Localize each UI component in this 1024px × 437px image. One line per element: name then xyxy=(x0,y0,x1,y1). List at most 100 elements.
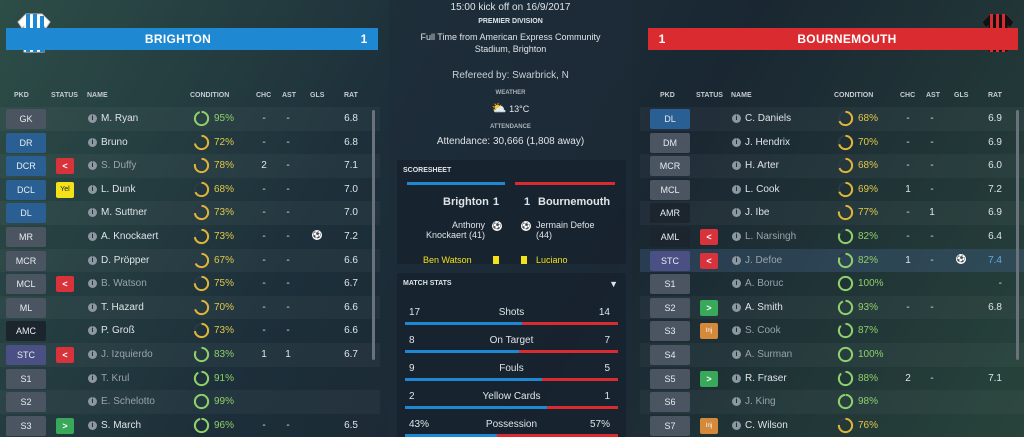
player-name[interactable]: A. Boruc xyxy=(745,278,783,289)
player-name[interactable]: B. Watson xyxy=(101,278,147,289)
info-icon[interactable]: i xyxy=(88,137,97,147)
player-row[interactable]: AMC i P. Groß 73% - - 6.6 xyxy=(0,319,380,343)
player-row[interactable]: AMR i J. Ibe 77% - 1 6.9 xyxy=(640,201,1024,225)
header-status[interactable]: STATUS xyxy=(51,92,78,99)
player-name[interactable]: J. Ibe xyxy=(745,207,769,218)
header-chc[interactable]: CHC xyxy=(256,92,271,99)
player-row[interactable]: S2 i E. Schelotto 99% xyxy=(0,390,380,414)
player-row[interactable]: MR i A. Knockaert 73% - - ⚽ 7.2 xyxy=(0,225,380,249)
info-icon[interactable]: i xyxy=(88,184,97,194)
info-icon[interactable]: i xyxy=(732,255,741,265)
chevron-down-icon[interactable]: ▼ xyxy=(609,279,618,289)
header-condition[interactable]: CONDITION xyxy=(834,92,873,99)
player-row[interactable]: MCL i L. Cook 69% 1 - 7.2 xyxy=(640,178,1024,202)
player-row[interactable]: S1 i T. Krul 91% xyxy=(0,367,380,391)
player-name[interactable]: M. Suttner xyxy=(101,207,147,218)
header-pkd[interactable]: PKD xyxy=(660,92,675,99)
info-icon[interactable]: i xyxy=(732,349,741,359)
player-name[interactable]: S. Cook xyxy=(745,325,781,336)
away-scrollbar[interactable] xyxy=(1016,110,1019,360)
player-name[interactable]: C. Wilson xyxy=(745,420,788,431)
player-name[interactable]: J. King xyxy=(745,396,776,407)
player-row[interactable]: GK i M. Ryan 95% - - 6.8 xyxy=(0,107,380,131)
info-icon[interactable]: i xyxy=(732,184,741,194)
player-name[interactable]: Bruno xyxy=(101,137,128,148)
player-row[interactable]: DCL Yel i L. Dunk 68% - - 7.0 xyxy=(0,178,380,202)
info-icon[interactable]: i xyxy=(732,231,741,241)
player-row[interactable]: S5 > i R. Fraser 88% 2 - 7.1 xyxy=(640,367,1024,391)
player-name[interactable]: A. Surman xyxy=(745,349,792,360)
player-name[interactable]: H. Arter xyxy=(745,160,779,171)
info-icon[interactable]: i xyxy=(88,114,97,123)
player-name[interactable]: L. Cook xyxy=(745,184,779,195)
player-name[interactable]: J. Hendrix xyxy=(745,137,790,148)
player-name[interactable]: J. Izquierdo xyxy=(101,349,153,360)
info-icon[interactable]: i xyxy=(88,161,97,171)
player-row[interactable]: DL i M. Suttner 73% - - 7.0 xyxy=(0,201,380,225)
header-name[interactable]: NAME xyxy=(87,92,108,99)
player-name[interactable]: J. Defoe xyxy=(745,255,782,266)
header-gls[interactable]: GLS xyxy=(954,92,968,99)
player-row[interactable]: S3 Inj i S. Cook 87% xyxy=(640,319,1024,343)
player-name[interactable]: S. March xyxy=(101,420,141,431)
info-icon[interactable]: i xyxy=(732,373,741,383)
info-icon[interactable]: i xyxy=(88,326,97,336)
player-name[interactable]: T. Krul xyxy=(101,373,129,384)
player-row[interactable]: MCR i D. Pröpper 67% - - 6.6 xyxy=(0,249,380,273)
header-ast[interactable]: AST xyxy=(282,92,296,99)
player-name[interactable]: E. Schelotto xyxy=(101,396,155,407)
header-rat[interactable]: RAT xyxy=(344,92,358,99)
header-name[interactable]: NAME xyxy=(731,92,752,99)
player-row[interactable]: S1 i A. Boruc 100% - xyxy=(640,272,1024,296)
player-name[interactable]: D. Pröpper xyxy=(101,255,149,266)
info-icon[interactable]: i xyxy=(732,161,741,171)
player-row[interactable]: S6 i J. King 98% xyxy=(640,390,1024,414)
player-row[interactable]: DCR < i S. Duffy 78% 2 - 7.1 xyxy=(0,154,380,178)
info-icon[interactable]: i xyxy=(88,349,97,359)
player-name[interactable]: S. Duffy xyxy=(101,160,136,171)
player-row[interactable]: ML i T. Hazard 70% - - 6.6 xyxy=(0,296,380,320)
player-row[interactable]: MCL < i B. Watson 75% - - 6.7 xyxy=(0,272,380,296)
player-name[interactable]: L. Narsingh xyxy=(745,231,796,242)
header-rat[interactable]: RAT xyxy=(988,92,1002,99)
player-row[interactable]: S4 i A. Surman 100% xyxy=(640,343,1024,367)
player-name[interactable]: R. Fraser xyxy=(745,373,787,384)
info-icon[interactable]: i xyxy=(732,420,741,430)
info-icon[interactable]: i xyxy=(732,302,741,312)
player-name[interactable]: P. Groß xyxy=(101,325,135,336)
player-name[interactable]: T. Hazard xyxy=(101,302,144,313)
player-name[interactable]: C. Daniels xyxy=(745,113,791,124)
info-icon[interactable]: i xyxy=(88,373,97,383)
header-gls[interactable]: GLS xyxy=(310,92,324,99)
info-icon[interactable]: i xyxy=(732,208,741,218)
player-row[interactable]: S3 > i S. March 96% - - 6.5 xyxy=(0,414,380,437)
header-condition[interactable]: CONDITION xyxy=(190,92,229,99)
info-icon[interactable]: i xyxy=(88,231,97,241)
header-pkd[interactable]: PKD xyxy=(14,92,29,99)
info-icon[interactable]: i xyxy=(88,302,97,312)
player-row[interactable]: DR i Bruno 72% - - 6.8 xyxy=(0,131,380,155)
player-row[interactable]: STC < i J. Defoe 82% 1 - ⚽ 7.4 xyxy=(640,248,1024,273)
player-row[interactable]: MCR i H. Arter 68% - - 6.0 xyxy=(640,154,1024,178)
player-row[interactable]: S7 Inj i C. Wilson 76% xyxy=(640,414,1024,437)
info-icon[interactable]: i xyxy=(732,137,741,147)
info-icon[interactable]: i xyxy=(732,114,741,123)
info-icon[interactable]: i xyxy=(88,279,97,289)
info-icon[interactable]: i xyxy=(88,255,97,265)
info-icon[interactable]: i xyxy=(732,397,741,407)
player-name[interactable]: L. Dunk xyxy=(101,184,135,195)
info-icon[interactable]: i xyxy=(88,397,97,407)
info-icon[interactable]: i xyxy=(88,208,97,218)
player-name[interactable]: M. Ryan xyxy=(101,113,138,124)
header-ast[interactable]: AST xyxy=(926,92,940,99)
info-icon[interactable]: i xyxy=(732,279,741,289)
header-status[interactable]: STATUS xyxy=(696,92,723,99)
player-row[interactable]: S2 > i A. Smith 93% - - 6.8 xyxy=(640,296,1024,320)
home-scrollbar[interactable] xyxy=(372,110,375,360)
player-row[interactable]: STC < i J. Izquierdo 83% 1 1 6.7 xyxy=(0,343,380,367)
info-icon[interactable]: i xyxy=(88,420,97,430)
player-row[interactable]: DL i C. Daniels 68% - - 6.9 xyxy=(640,107,1024,131)
player-row[interactable]: AML < i L. Narsingh 82% - - 6.4 xyxy=(640,225,1024,249)
player-name[interactable]: A. Smith xyxy=(745,302,783,313)
player-name[interactable]: A. Knockaert xyxy=(101,231,158,242)
